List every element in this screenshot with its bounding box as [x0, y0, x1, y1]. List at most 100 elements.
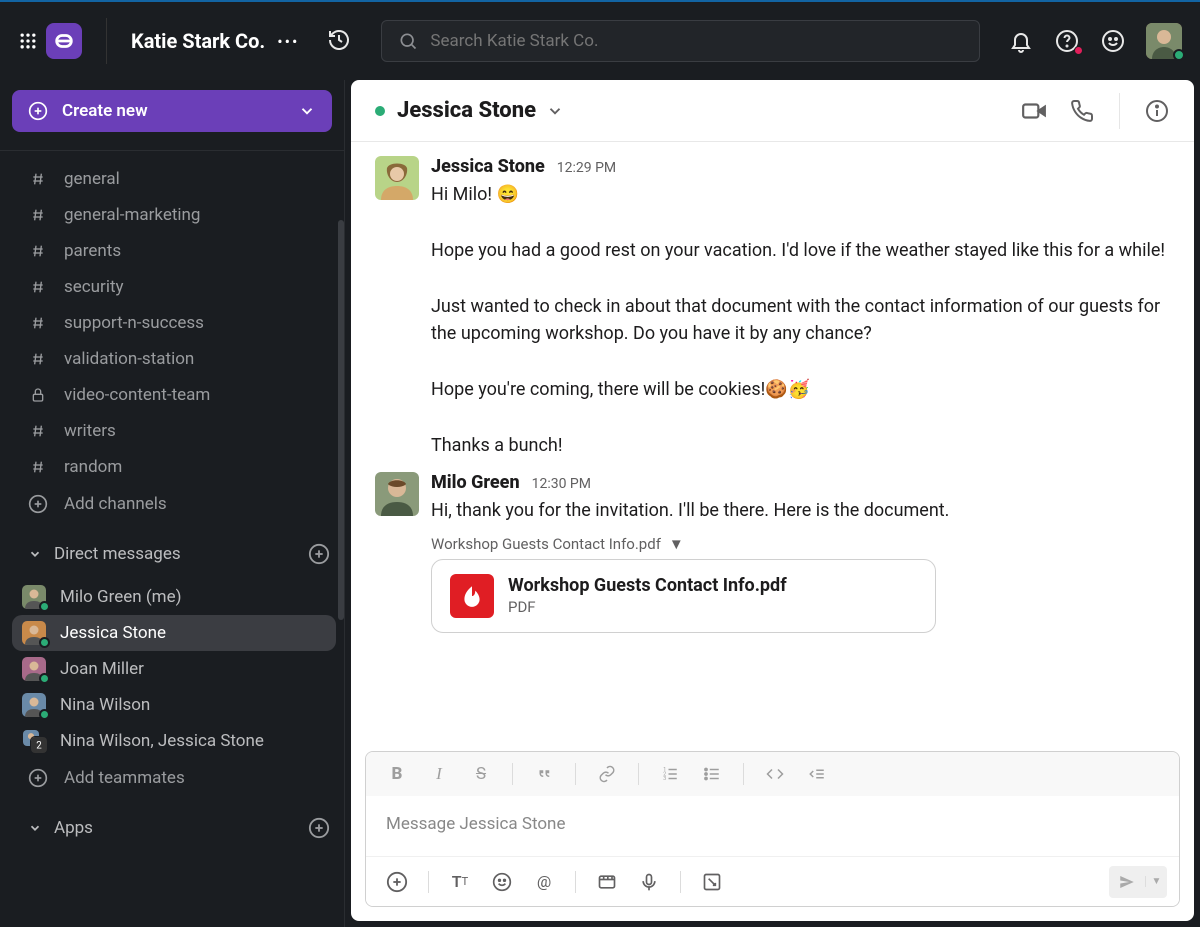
channel-item[interactable]: video-content-team — [0, 377, 344, 413]
hash-icon — [28, 207, 48, 223]
message-text: Hi, thank you for the invitation. I'll b… — [431, 497, 1170, 525]
apps-grid-icon[interactable] — [18, 31, 38, 51]
search-bar[interactable] — [381, 20, 980, 62]
workspace-name[interactable]: Katie Stark Co. — [131, 29, 265, 53]
video-call-icon[interactable] — [1021, 98, 1047, 124]
channel-name: parents — [64, 241, 121, 261]
channel-item[interactable]: writers — [0, 413, 344, 449]
codeblock-button[interactable] — [798, 758, 836, 790]
chat-pane: Jessica Stone — [351, 80, 1194, 921]
link-button[interactable] — [588, 758, 626, 790]
dm-item[interactable]: Nina Wilson — [0, 687, 344, 723]
avatar — [375, 156, 419, 200]
text-format-button[interactable]: TT — [441, 865, 479, 899]
add-teammates-label: Add teammates — [64, 768, 185, 788]
bold-button[interactable]: B — [378, 758, 416, 790]
avatar-group: 2 — [22, 729, 46, 753]
chevron-down-icon — [298, 102, 316, 120]
topbar: Katie Stark Co. ••• — [0, 0, 1200, 80]
video-clip-button[interactable] — [588, 865, 626, 899]
channel-item[interactable]: general-marketing — [0, 197, 344, 233]
dm-item[interactable]: Joan Miller — [0, 651, 344, 687]
phone-call-icon[interactable] — [1069, 98, 1095, 124]
chevron-down-icon — [28, 547, 42, 561]
dm-name: Joan Miller — [60, 659, 144, 679]
message-input[interactable]: Message Jessica Stone — [366, 796, 1179, 856]
channel-item[interactable]: validation-station — [0, 341, 344, 377]
channel-item[interactable]: random — [0, 449, 344, 485]
ordered-list-button[interactable]: 123 — [651, 758, 689, 790]
file-name: Workshop Guests Contact Info.pdf — [508, 575, 787, 596]
hash-icon — [28, 243, 48, 259]
presence-indicator — [39, 637, 50, 648]
avatar — [375, 472, 419, 516]
dm-name: Milo Green (me) — [60, 587, 182, 607]
search-icon — [398, 31, 418, 51]
message: Milo Green 12:30 PM Hi, thank you for th… — [351, 464, 1194, 637]
search-input[interactable] — [430, 31, 963, 51]
channel-name: general — [64, 169, 120, 189]
dm-name: Nina Wilson — [60, 695, 150, 715]
history-icon[interactable] — [327, 28, 353, 54]
presence-indicator — [39, 673, 50, 684]
mention-button[interactable]: @ — [525, 865, 563, 899]
dm-item[interactable]: Jessica Stone — [12, 615, 336, 651]
divider — [106, 18, 107, 64]
send-button[interactable]: ▼ — [1109, 866, 1167, 898]
attachment-toggle[interactable]: Workshop Guests Contact Info.pdf ▼ — [431, 535, 1170, 553]
avatar — [22, 585, 46, 609]
message-time: 12:29 PM — [557, 160, 616, 176]
italic-button[interactable]: I — [420, 758, 458, 790]
caret-down-icon: ▼ — [669, 535, 684, 553]
emoji-icon[interactable] — [1100, 28, 1126, 54]
avatar — [22, 621, 46, 645]
chat-header: Jessica Stone — [351, 80, 1194, 142]
create-new-label: Create new — [62, 101, 148, 121]
code-button[interactable] — [756, 758, 794, 790]
workspace-logo[interactable] — [46, 23, 82, 59]
more-icon[interactable]: ••• — [273, 28, 303, 55]
notifications-icon[interactable] — [1008, 28, 1034, 54]
bullet-list-button[interactable] — [693, 758, 731, 790]
dm-item[interactable]: Milo Green (me) — [0, 579, 344, 615]
add-app-icon[interactable] — [308, 817, 330, 839]
avatar — [22, 693, 46, 717]
dm-item[interactable]: 2 Nina Wilson, Jessica Stone — [0, 723, 344, 759]
help-icon[interactable] — [1054, 28, 1080, 54]
add-dm-icon[interactable] — [308, 543, 330, 565]
user-avatar[interactable] — [1146, 23, 1182, 59]
channel-item[interactable]: general — [0, 161, 344, 197]
chat-title[interactable]: Jessica Stone — [397, 98, 536, 123]
attach-button[interactable] — [378, 865, 416, 899]
quote-button[interactable] — [525, 758, 563, 790]
apps-header-label: Apps — [54, 818, 93, 838]
formatting-toolbar: B I S 123 — [366, 752, 1179, 796]
apps-section-header[interactable]: Apps — [0, 797, 344, 847]
message-author[interactable]: Jessica Stone — [431, 156, 545, 177]
add-channels-label: Add channels — [64, 494, 167, 514]
presence-indicator — [39, 709, 50, 720]
message-time: 12:30 PM — [532, 476, 591, 492]
add-teammates-button[interactable]: Add teammates — [0, 759, 344, 797]
message-author[interactable]: Milo Green — [431, 472, 520, 493]
hash-icon — [28, 279, 48, 295]
scrollbar[interactable] — [338, 220, 344, 620]
pdf-icon — [450, 574, 494, 618]
avatar — [22, 657, 46, 681]
audio-clip-button[interactable] — [630, 865, 668, 899]
info-icon[interactable] — [1144, 98, 1170, 124]
emoji-button[interactable] — [483, 865, 521, 899]
file-attachment[interactable]: Workshop Guests Contact Info.pdf PDF — [431, 559, 936, 633]
dm-section-header[interactable]: Direct messages — [0, 523, 344, 573]
channel-name: validation-station — [64, 349, 194, 369]
channel-item[interactable]: parents — [0, 233, 344, 269]
add-channels-button[interactable]: Add channels — [0, 485, 344, 523]
chevron-down-icon[interactable] — [546, 102, 564, 120]
channel-item[interactable]: security — [0, 269, 344, 305]
create-new-button[interactable]: Create new — [12, 90, 332, 132]
channel-name: random — [64, 457, 122, 477]
channel-item[interactable]: support-n-success — [0, 305, 344, 341]
channel-name: support-n-success — [64, 313, 204, 333]
strikethrough-button[interactable]: S — [462, 758, 500, 790]
shortcuts-button[interactable] — [693, 865, 731, 899]
